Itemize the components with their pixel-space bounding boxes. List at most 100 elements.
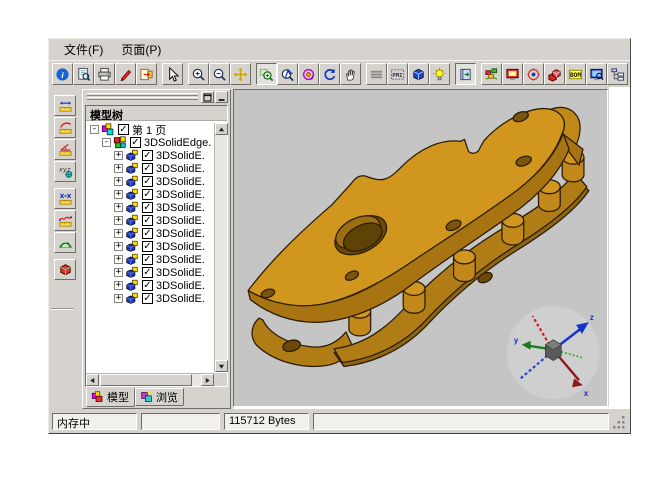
expander-icon[interactable]: - <box>102 138 111 147</box>
scroll-down-button[interactable] <box>215 360 228 372</box>
notebook-button[interactable] <box>455 63 476 85</box>
viewport-3d[interactable]: z x y <box>233 89 608 407</box>
zoom-window-button[interactable] <box>256 63 277 85</box>
menu-page[interactable]: 页面(P) <box>112 39 170 60</box>
checkbox[interactable]: ✓ <box>118 124 129 135</box>
scrollbar-corner <box>214 373 227 386</box>
tree-row[interactable]: +✓3DSolidE. <box>87 292 213 305</box>
checkbox[interactable]: ✓ <box>142 267 153 278</box>
orbit-center-button[interactable] <box>523 63 544 85</box>
solid-parts-button[interactable] <box>544 63 565 85</box>
main-area: xyz 模型树 -✓第 1 页-✓3DSolidEdge.+✓3DSolidE.… <box>49 87 630 409</box>
tree-vertical-scrollbar[interactable] <box>214 123 227 372</box>
bom-table-button[interactable]: BOM <box>565 63 586 85</box>
measure-between-button[interactable] <box>54 188 76 209</box>
expander-icon[interactable]: + <box>114 190 123 199</box>
expander-icon[interactable]: + <box>114 281 123 290</box>
tree-item-label: 3DSolidE. <box>156 215 205 227</box>
tree-row[interactable]: +✓3DSolidE. <box>87 227 213 240</box>
expander-icon[interactable]: + <box>114 177 123 186</box>
scrollbar-thumb[interactable] <box>100 374 192 386</box>
checkbox[interactable]: ✓ <box>142 280 153 291</box>
tree-row[interactable]: +✓3DSolidE. <box>87 149 213 162</box>
view-cube-button[interactable] <box>408 63 429 85</box>
preview-window-button[interactable] <box>586 63 607 85</box>
checkbox[interactable]: ✓ <box>142 293 153 304</box>
checkbox[interactable]: ✓ <box>142 202 153 213</box>
tree-row[interactable]: +✓3DSolidE. <box>87 266 213 279</box>
expander-icon[interactable]: + <box>114 242 123 251</box>
tree-title: 模型树 <box>86 106 227 121</box>
panel-gripper[interactable] <box>87 93 198 101</box>
expander-icon[interactable]: - <box>90 125 99 134</box>
panel-hide-button[interactable] <box>215 91 228 103</box>
checkbox[interactable]: ✓ <box>142 254 153 265</box>
checkbox[interactable]: ✓ <box>142 163 153 174</box>
checkbox[interactable]: ✓ <box>142 241 153 252</box>
tree-row[interactable]: +✓3DSolidE. <box>87 253 213 266</box>
tree-item-label: 3DSolidE. <box>156 280 205 292</box>
zoom-in-button[interactable] <box>188 63 209 85</box>
checkbox[interactable]: ✓ <box>130 137 141 148</box>
measure-angle-button[interactable] <box>54 139 76 160</box>
structure-tree-button[interactable] <box>607 63 628 85</box>
tree-item-label: 3DSolidE. <box>156 189 205 201</box>
layers-button[interactable] <box>366 63 387 85</box>
expander-icon[interactable]: + <box>114 151 123 160</box>
menu-file[interactable]: 文件(F) <box>55 39 112 60</box>
measure-volume-button[interactable] <box>54 259 76 280</box>
refresh-view-button[interactable] <box>319 63 340 85</box>
screen-capture-button[interactable] <box>502 63 523 85</box>
measure-curve-length-button[interactable] <box>54 210 76 231</box>
measure-radius-button[interactable] <box>54 117 76 138</box>
scroll-up-button[interactable] <box>215 123 228 135</box>
expander-icon[interactable]: + <box>114 216 123 225</box>
tree-row[interactable]: + ✓3DSolidE. <box>87 279 213 292</box>
info-button[interactable]: i <box>52 63 73 85</box>
lighting-button[interactable] <box>429 63 450 85</box>
export-doc-button[interactable] <box>136 63 157 85</box>
tab-browse[interactable]: 浏览 <box>135 388 184 406</box>
checkbox[interactable]: ✓ <box>142 189 153 200</box>
assembly-tree-button[interactable] <box>481 63 502 85</box>
expander-icon[interactable]: + <box>114 268 123 277</box>
tree-row[interactable]: + ✓3DSolidE. <box>87 188 213 201</box>
checkbox[interactable]: ✓ <box>142 215 153 226</box>
select-button[interactable] <box>162 63 183 85</box>
tab-model[interactable]: 模型 <box>86 388 135 407</box>
scene-canvas: z x y <box>234 90 607 406</box>
scroll-right-button[interactable] <box>201 374 214 386</box>
expander-icon[interactable]: + <box>114 255 123 264</box>
tree-row[interactable]: +✓3DSolidE. <box>87 201 213 214</box>
tree-horizontal-scrollbar[interactable] <box>86 373 214 386</box>
zoom-dynamic-button[interactable] <box>277 63 298 85</box>
tree-row[interactable]: -✓第 1 页 <box>87 123 213 136</box>
pan-button[interactable] <box>230 63 251 85</box>
scroll-left-button[interactable] <box>86 374 99 386</box>
panel-restore-button[interactable] <box>201 91 214 103</box>
checkbox[interactable]: ✓ <box>142 150 153 161</box>
checkbox[interactable]: ✓ <box>142 176 153 187</box>
tree-row[interactable]: +✓3DSolidE. <box>87 162 213 175</box>
resize-grip[interactable] <box>613 414 627 430</box>
rotate-view-button[interactable] <box>298 63 319 85</box>
expander-icon[interactable]: + <box>114 164 123 173</box>
measure-distance-button[interactable] <box>54 95 76 116</box>
measure-coordinate-button[interactable]: xyz <box>54 161 76 182</box>
pmi-button[interactable]: PMI <box>387 63 408 85</box>
doc-preview-button[interactable] <box>73 63 94 85</box>
markup-pen-button[interactable] <box>115 63 136 85</box>
expander-icon[interactable]: + <box>114 229 123 238</box>
tree-row[interactable]: +✓3DSolidE. <box>87 175 213 188</box>
tree-row[interactable]: + ✓3DSolidE. <box>87 214 213 227</box>
tree-row[interactable]: +✓3DSolidE. <box>87 240 213 253</box>
pan-hand-button[interactable] <box>340 63 361 85</box>
print-button[interactable] <box>94 63 115 85</box>
checkbox[interactable]: ✓ <box>142 228 153 239</box>
nav-trihedron[interactable]: z x y <box>507 306 600 399</box>
measure-area-button[interactable] <box>54 232 76 253</box>
zoom-out-button[interactable] <box>209 63 230 85</box>
tree-row[interactable]: -✓3DSolidEdge. <box>87 136 213 149</box>
expander-icon[interactable]: + <box>114 294 123 303</box>
expander-icon[interactable]: + <box>114 203 123 212</box>
